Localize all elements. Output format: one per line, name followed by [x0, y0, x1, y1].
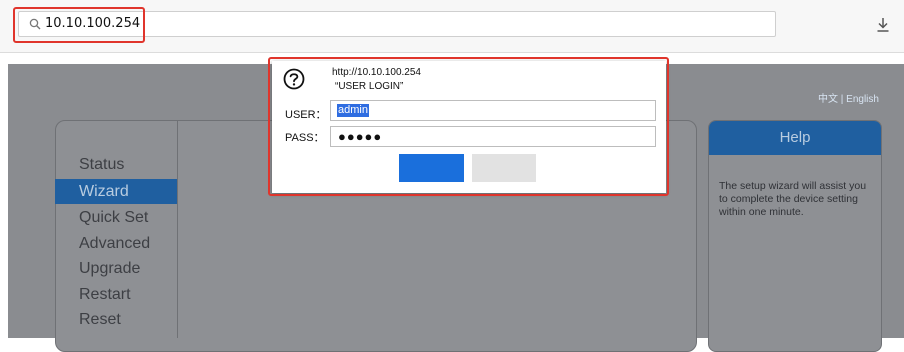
dialog-site-url: http://10.10.100.254	[332, 67, 421, 78]
menu-item-advanced[interactable]: Advanced	[55, 231, 177, 256]
lang-separator: |	[838, 94, 847, 105]
lang-chinese-link[interactable]: 中文	[818, 94, 838, 105]
menu-item-quick-set[interactable]: Quick Set	[55, 205, 177, 230]
dialog-realm: “USER LOGIN”	[335, 81, 404, 92]
user-label: USER：	[285, 109, 327, 121]
username-field[interactable]: admin	[330, 100, 656, 121]
password-field[interactable]: ●●●●●	[330, 126, 656, 147]
menu-item-reset[interactable]: Reset	[55, 307, 177, 332]
help-text: The setup wizard will assist you to comp…	[719, 180, 867, 218]
help-panel: Help The setup wizard will assist you to…	[708, 120, 882, 352]
menu-item-restart[interactable]: Restart	[55, 282, 177, 307]
cancel-button[interactable]	[472, 154, 536, 182]
panel-divider	[177, 121, 178, 338]
lang-english-link[interactable]: English	[846, 94, 879, 105]
browser-toolbar: 10.10.100.254	[0, 0, 904, 53]
menu-item-wizard[interactable]: Wizard	[55, 179, 177, 204]
pass-label: PASS：	[285, 132, 325, 144]
menu-item-upgrade[interactable]: Upgrade	[55, 256, 177, 281]
download-icon[interactable]	[876, 17, 890, 38]
help-title: Help	[709, 121, 881, 155]
menu-item-status[interactable]: Status	[55, 152, 177, 177]
username-value[interactable]: admin	[337, 104, 369, 117]
password-value[interactable]: ●●●●●	[338, 129, 382, 144]
question-icon	[283, 68, 305, 95]
language-switch: 中文 | English	[818, 90, 879, 105]
address-highlight-box	[13, 7, 145, 43]
ok-button[interactable]	[399, 154, 464, 182]
